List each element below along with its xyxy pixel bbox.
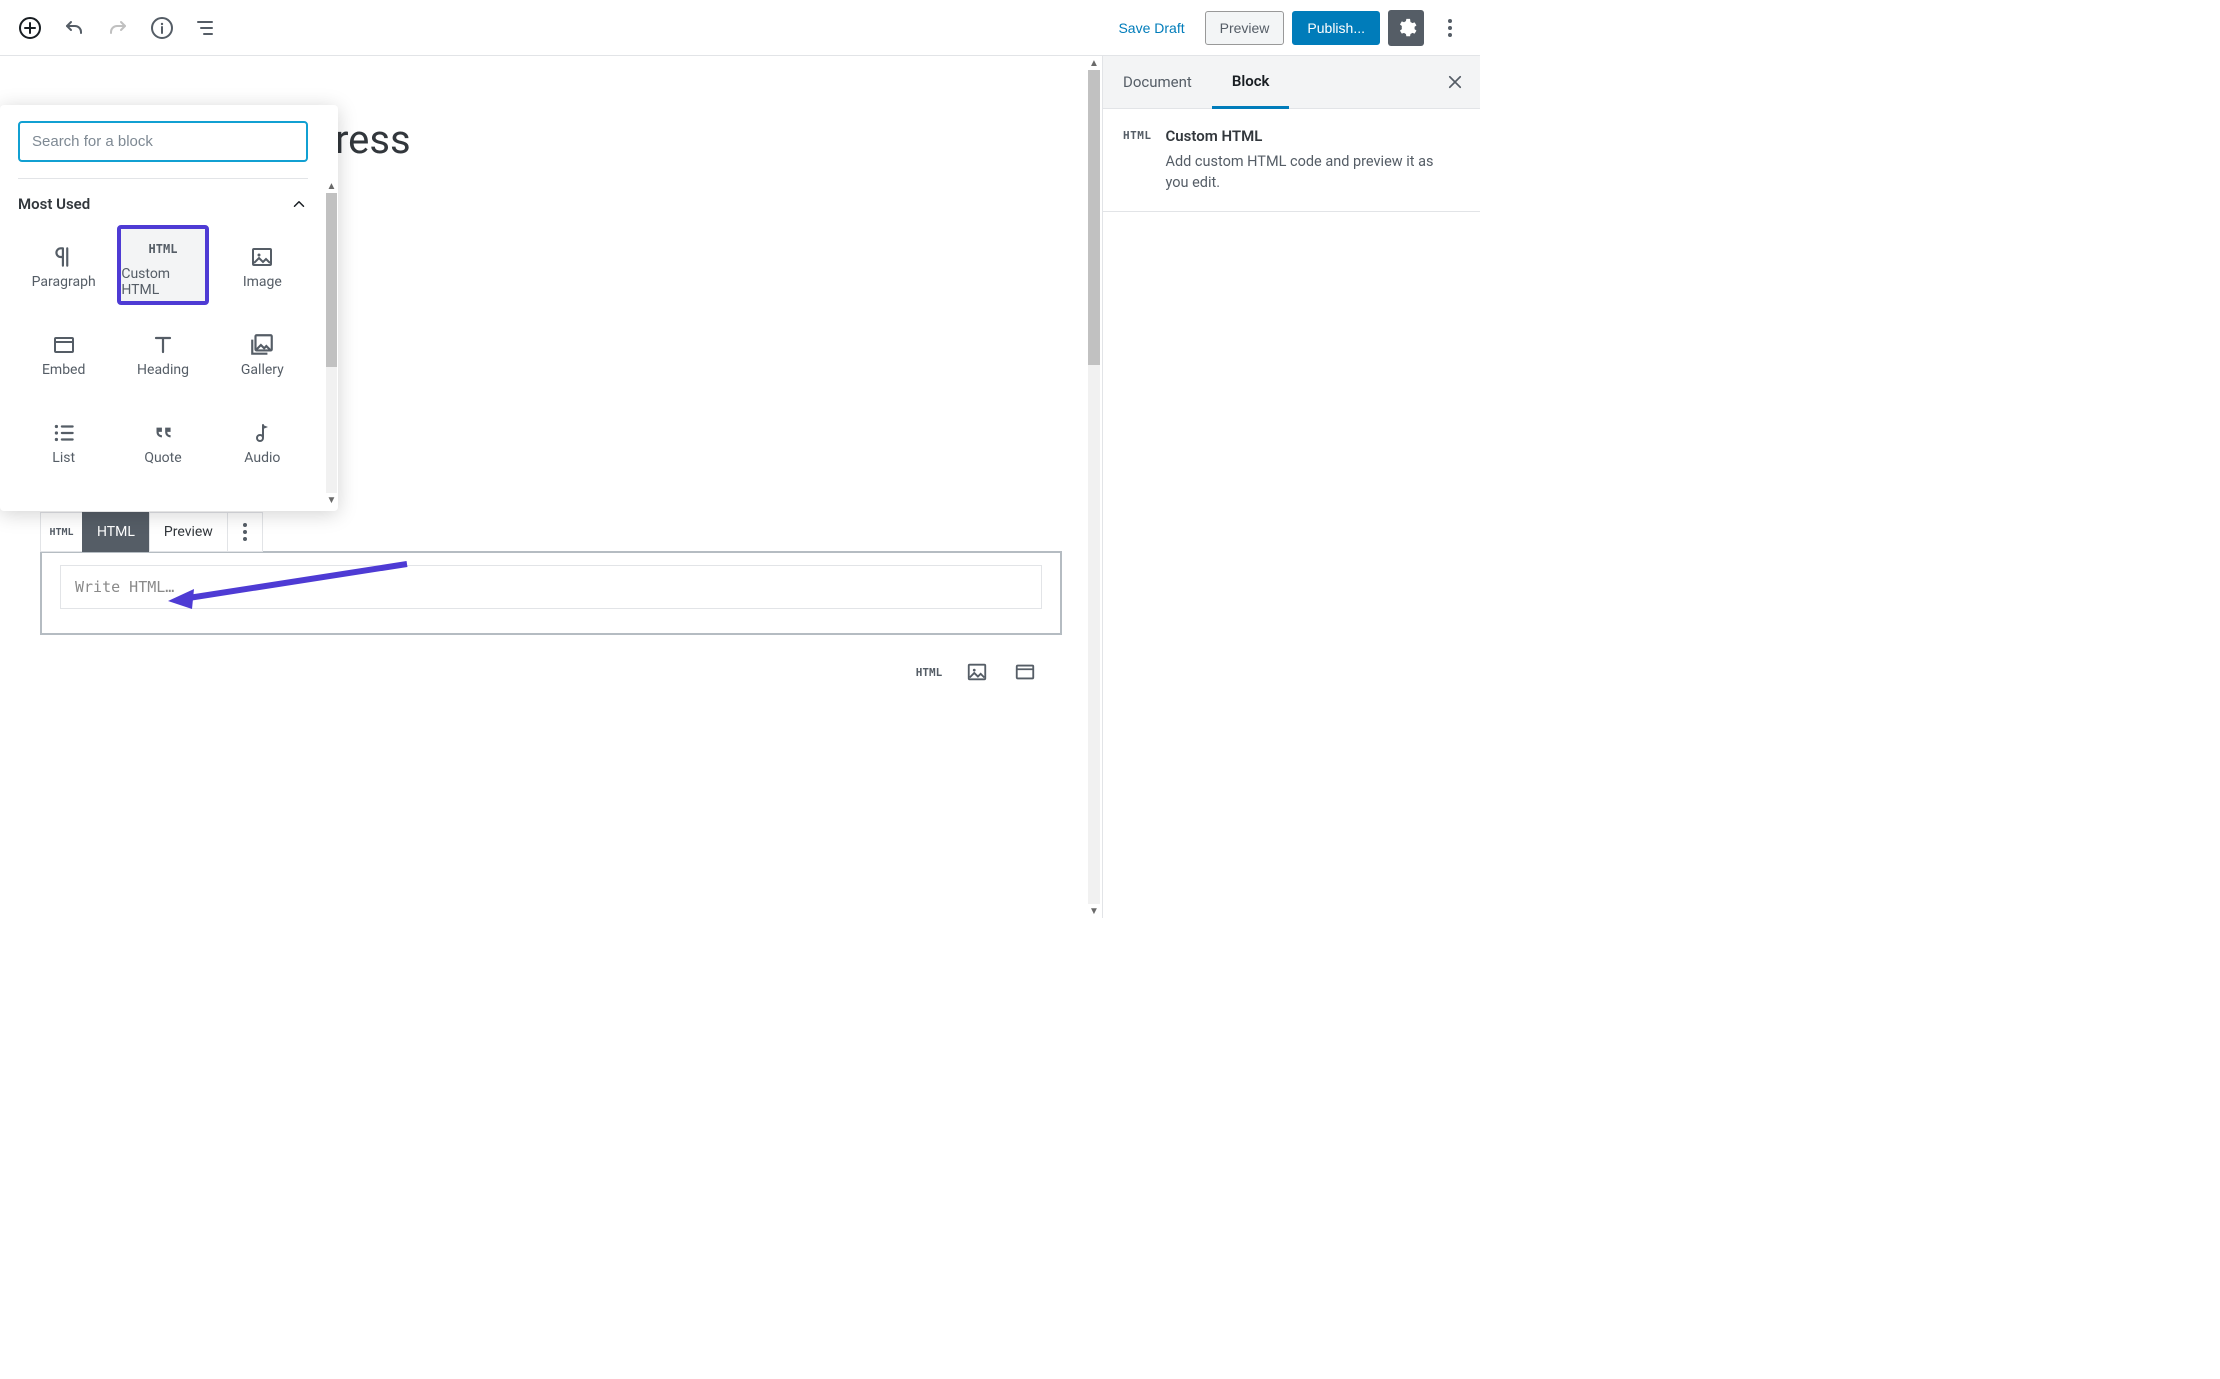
kebab-icon xyxy=(1448,19,1452,37)
inserter-scrollbar[interactable]: ▲ ▼ xyxy=(326,175,338,511)
close-sidebar-button[interactable] xyxy=(1430,61,1480,103)
info-icon xyxy=(150,16,174,40)
block-item-image[interactable]: Image xyxy=(217,225,308,305)
block-item-quote[interactable]: Quote xyxy=(117,401,208,481)
block-inserter-panel: Most Used Paragraph HTMLCustom HTML Image E… xyxy=(0,105,338,511)
html-code-input[interactable] xyxy=(60,565,1042,609)
undo-icon xyxy=(62,16,86,40)
html-block-area: HTML HTML Preview xyxy=(40,512,1062,635)
editor-workspace: ress hoose a block HTML HTML Preview xyxy=(0,56,1480,918)
block-search-input[interactable] xyxy=(18,121,308,162)
block-description-card: HTML Custom HTML Add custom HTML code an… xyxy=(1103,109,1480,212)
block-item-label: Custom HTML xyxy=(121,266,204,298)
post-title[interactable]: ress xyxy=(335,116,1102,163)
gallery-icon xyxy=(249,328,275,362)
tab-document[interactable]: Document xyxy=(1103,57,1212,107)
undo-button[interactable] xyxy=(56,10,92,46)
embed-icon xyxy=(1014,661,1036,683)
block-card-title: Custom HTML xyxy=(1166,127,1461,145)
canvas-scrollbar[interactable]: ▲ ▼ xyxy=(1088,56,1100,918)
block-item-custom-html[interactable]: HTMLCustom HTML xyxy=(117,225,208,305)
block-navigation-button[interactable] xyxy=(188,10,224,46)
quote-icon xyxy=(150,416,176,450)
custom-html-block xyxy=(40,551,1062,635)
audio-icon xyxy=(250,416,274,450)
save-draft-button[interactable]: Save Draft xyxy=(1106,12,1196,44)
editor-top-toolbar: Save Draft Preview Publish... xyxy=(0,0,1480,56)
plus-circle-icon xyxy=(18,16,42,40)
canvas-wrap: ress hoose a block HTML HTML Preview xyxy=(0,56,1102,918)
block-item-label: Paragraph xyxy=(32,274,96,290)
block-item-paragraph[interactable]: Paragraph xyxy=(18,225,109,305)
block-type-indicator[interactable]: HTML xyxy=(40,512,82,552)
suggested-block-html[interactable]: HTML xyxy=(914,657,944,687)
list-icon xyxy=(51,416,77,450)
block-item-label: Quote xyxy=(144,450,181,466)
kebab-icon xyxy=(243,523,247,541)
html-text-icon: HTML xyxy=(149,232,178,266)
image-icon xyxy=(250,240,274,274)
chevron-up-icon xyxy=(290,195,308,213)
preview-tab[interactable]: Preview xyxy=(149,512,227,552)
image-icon xyxy=(966,661,988,683)
suggested-block-image[interactable] xyxy=(962,657,992,687)
block-card-description: Add custom HTML code and preview it as y… xyxy=(1166,151,1461,193)
embed-icon xyxy=(52,328,76,362)
redo-icon xyxy=(106,16,130,40)
inserter-section-toggle[interactable]: Most Used xyxy=(18,178,308,225)
tab-block[interactable]: Block xyxy=(1212,56,1290,109)
block-more-options-button[interactable] xyxy=(227,512,263,552)
block-item-label: Image xyxy=(243,274,282,290)
block-item-label: Heading xyxy=(137,362,189,378)
block-item-label: Embed xyxy=(42,362,85,378)
settings-toggle-button[interactable] xyxy=(1388,10,1424,46)
inserter-section-title: Most Used xyxy=(18,195,90,213)
gear-icon xyxy=(1395,17,1417,39)
more-options-button[interactable] xyxy=(1432,10,1468,46)
outline-icon xyxy=(194,16,218,40)
block-item-embed[interactable]: Embed xyxy=(18,313,109,393)
block-item-heading[interactable]: Heading xyxy=(117,313,208,393)
html-text-icon: HTML xyxy=(1123,127,1152,193)
block-item-label: List xyxy=(52,450,75,466)
block-item-label: Gallery xyxy=(241,362,284,378)
publish-button[interactable]: Publish... xyxy=(1292,11,1380,45)
block-item-gallery[interactable]: Gallery xyxy=(217,313,308,393)
block-item-list[interactable]: List xyxy=(18,401,109,481)
preview-button[interactable]: Preview xyxy=(1205,11,1285,45)
sidebar-tabs: Document Block xyxy=(1103,56,1480,109)
html-tab[interactable]: HTML xyxy=(82,512,149,552)
add-block-button[interactable] xyxy=(12,10,48,46)
block-toolbar: HTML HTML Preview xyxy=(40,512,1062,552)
content-info-button[interactable] xyxy=(144,10,180,46)
redo-button[interactable] xyxy=(100,10,136,46)
block-grid: Paragraph HTMLCustom HTML Image Embed Headin… xyxy=(18,225,308,497)
heading-icon xyxy=(151,328,175,362)
block-item-audio[interactable]: Audio xyxy=(217,401,308,481)
paragraph-icon xyxy=(51,240,77,274)
inline-block-inserter: HTML xyxy=(0,657,1040,687)
block-item-label: Audio xyxy=(244,450,280,466)
default-block-appender[interactable]: hoose a block xyxy=(210,485,1102,506)
settings-sidebar: Document Block HTML Custom HTML Add cust… xyxy=(1102,56,1480,918)
suggested-block-embed[interactable] xyxy=(1010,657,1040,687)
close-icon xyxy=(1446,73,1464,91)
